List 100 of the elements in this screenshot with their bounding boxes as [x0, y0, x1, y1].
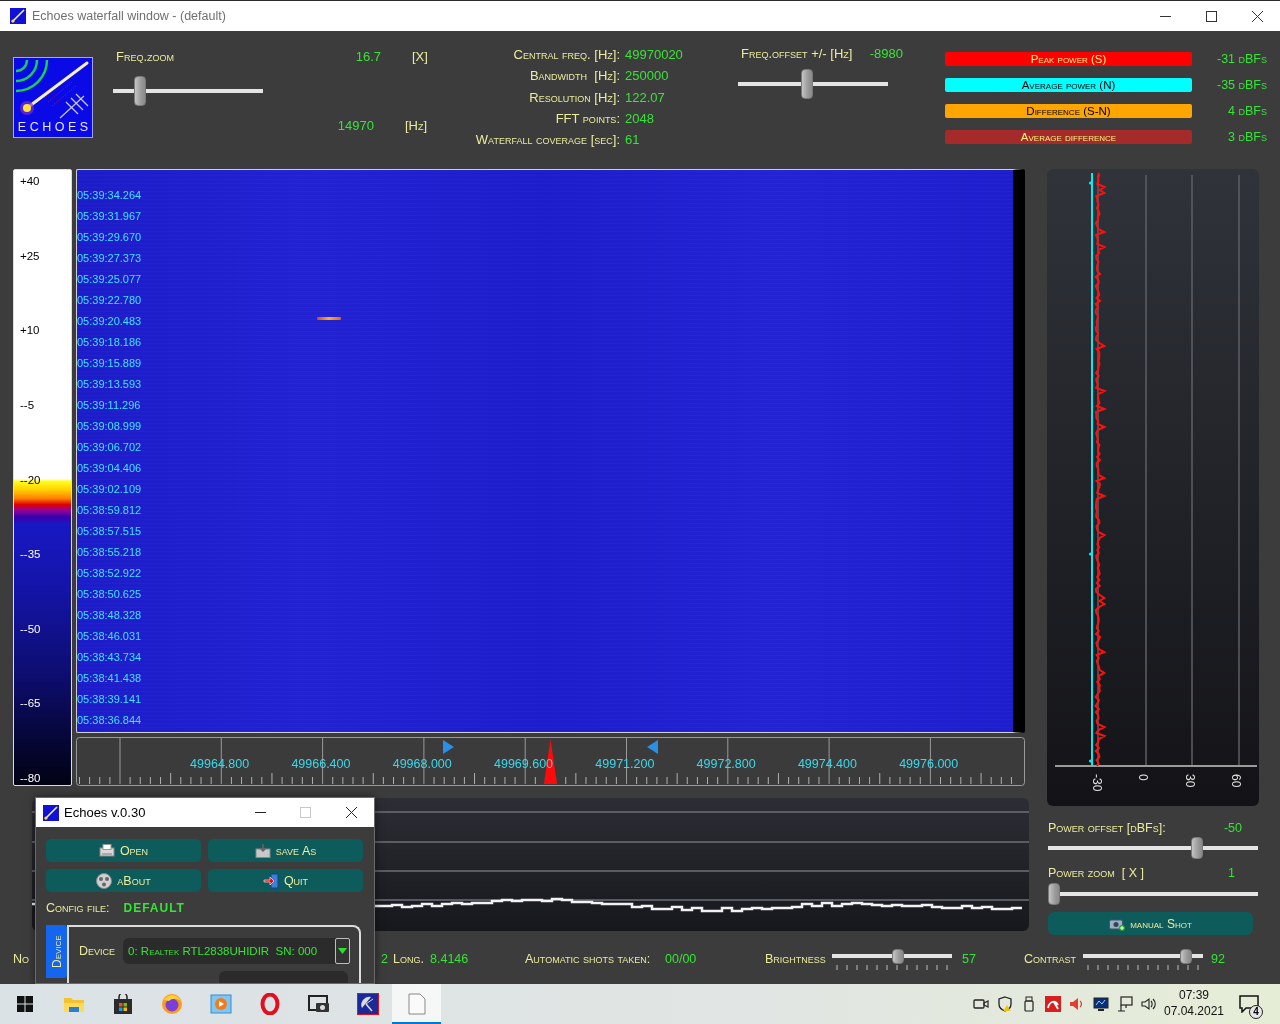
axis-label: 30	[1182, 774, 1197, 790]
monitor-icon	[1093, 996, 1109, 1012]
freq-zoom-value: 16.7	[355, 49, 381, 65]
timestamp: 05:39:25.077	[77, 272, 142, 287]
scale-label: --35	[19, 547, 41, 562]
timestamp: 05:39:13.593	[77, 377, 142, 392]
timestamp: 05:39:29.670	[77, 230, 142, 245]
timestamp: 05:38:52.922	[77, 566, 142, 581]
clock-date: 07.04.2021	[1163, 1003, 1225, 1019]
frequency-label: 49968.000	[392, 757, 452, 771]
folder-icon	[62, 995, 85, 1013]
close-icon	[345, 807, 357, 818]
legend-label: Peak power (S)	[945, 52, 1192, 66]
device-dropdown[interactable]: 0: Realtek RTL2838UHIDIR SN: 000	[123, 938, 351, 964]
device-label: Device	[79, 943, 116, 959]
power-offset-value: -50	[1223, 820, 1242, 836]
timestamp: 05:38:36.844	[77, 713, 142, 728]
timestamp: 05:39:18.186	[77, 335, 142, 350]
signal-streak	[317, 317, 341, 320]
triangle-right-icon	[443, 740, 454, 754]
slider-thumb[interactable]	[801, 69, 814, 99]
scale-label: --80	[19, 771, 41, 785]
timestamp: 05:38:59.812	[77, 503, 142, 518]
network-icon	[1117, 996, 1133, 1012]
timestamp: 05:38:57.515	[77, 524, 142, 539]
scale-label: --5	[19, 397, 35, 412]
info-value: 250000	[625, 67, 669, 86]
tab[interactable]: Device	[46, 925, 67, 978]
unit-label: [Hz]	[405, 118, 428, 134]
timestamp: 05:38:50.625	[77, 587, 142, 602]
contrast-value: 92	[1211, 951, 1225, 968]
speaker-icon	[1069, 996, 1085, 1012]
dialog-button[interactable]: aBout	[46, 869, 201, 892]
ring-icon	[258, 993, 281, 1015]
globe-swirl-icon	[160, 993, 183, 1015]
timestamp: 05:39:08.999	[77, 419, 142, 434]
frequency-label: 49972.800	[696, 757, 756, 771]
shots-value: 00/00	[665, 951, 697, 968]
manual-shot-button[interactable]: manual Shot	[1048, 912, 1253, 935]
power-zoom-label: Power zoom [ X ]	[1048, 865, 1144, 881]
brightness-value: 57	[962, 951, 976, 968]
close-icon	[1251, 10, 1263, 22]
maximize-icon	[300, 807, 311, 818]
exit-icon	[262, 872, 279, 889]
freq-zoom-label: Freq.zoom	[116, 49, 175, 65]
timestamp: 05:38:48.328	[77, 608, 142, 623]
slider-thumb[interactable]	[1190, 837, 1203, 859]
volume-icon	[1141, 996, 1157, 1012]
timestamp: 05:39:06.702	[77, 440, 142, 455]
info-label: Resolution [Hz]:	[529, 88, 620, 107]
timestamp: 05:39:22.780	[77, 293, 142, 308]
scale-label: --65	[19, 696, 41, 711]
clock-time: 07:39	[1179, 987, 1209, 1003]
dialog-button[interactable]: save As	[208, 839, 363, 862]
info-label: FFT points:	[555, 109, 620, 128]
status-value: 2	[381, 951, 388, 968]
longitude-label: Long.	[393, 951, 424, 968]
shopping-bag-icon	[112, 994, 133, 1014]
info-label: Waterfall coverage [sec]:	[475, 131, 620, 150]
slider-thumb[interactable]	[133, 76, 146, 106]
timestamp: 05:39:02.109	[77, 482, 142, 497]
slider-thumb[interactable]	[1048, 883, 1060, 905]
config-value: DEFAULT	[123, 900, 185, 916]
legend-label: Difference (S-N)	[945, 104, 1192, 118]
slider-thumb[interactable]	[1180, 949, 1193, 964]
scale-label: +25	[19, 248, 40, 263]
dialog-title: Echoes v.0.30	[64, 805, 146, 820]
timestamp: 05:38:46.031	[77, 629, 142, 644]
frequency-label: 49976.000	[899, 757, 959, 771]
slider-thumb[interactable]	[892, 949, 905, 964]
freq-offset-value: -8980	[869, 46, 903, 62]
streak-tile-icon	[43, 804, 59, 821]
dialog-button[interactable]: Open	[46, 839, 201, 862]
download-box-icon	[254, 843, 271, 858]
legend-value: 3 dBFs	[1228, 130, 1267, 144]
frequency-label: 49964.800	[190, 757, 250, 771]
info-value: 122.07	[625, 88, 665, 107]
dropdown-button[interactable]	[335, 938, 351, 964]
usb-drive-icon	[1021, 996, 1037, 1012]
info-label: Central freq. [Hz]:	[513, 46, 620, 64]
triangle-left-icon	[647, 740, 658, 754]
dialog-button[interactable]: Quit	[208, 869, 363, 892]
scale-label: --20	[19, 472, 41, 487]
window-title: Echoes waterfall window - (default)	[32, 9, 226, 23]
info-value: 2048	[625, 109, 654, 128]
legend-value: -31 dBFs	[1217, 52, 1267, 66]
axis-label: 60	[1228, 774, 1243, 790]
frequency-label: 49966.400	[291, 757, 351, 771]
unit-label: [X]	[412, 49, 428, 65]
logo-text: ECHOES	[17, 120, 92, 135]
longitude-value: 8.4146	[430, 951, 469, 968]
frequency-label: 49971.200	[595, 757, 655, 771]
timestamp: 05:38:41.438	[77, 671, 142, 686]
frequency-label: 49974.400	[797, 757, 857, 771]
camera-plus-icon	[1109, 916, 1126, 931]
document-icon	[407, 993, 426, 1015]
config-label: Config file:	[46, 900, 110, 916]
timestamp: 05:39:11.296	[77, 398, 141, 413]
status-text: No	[13, 951, 30, 968]
legend-value: -35 dBFs	[1217, 78, 1267, 92]
